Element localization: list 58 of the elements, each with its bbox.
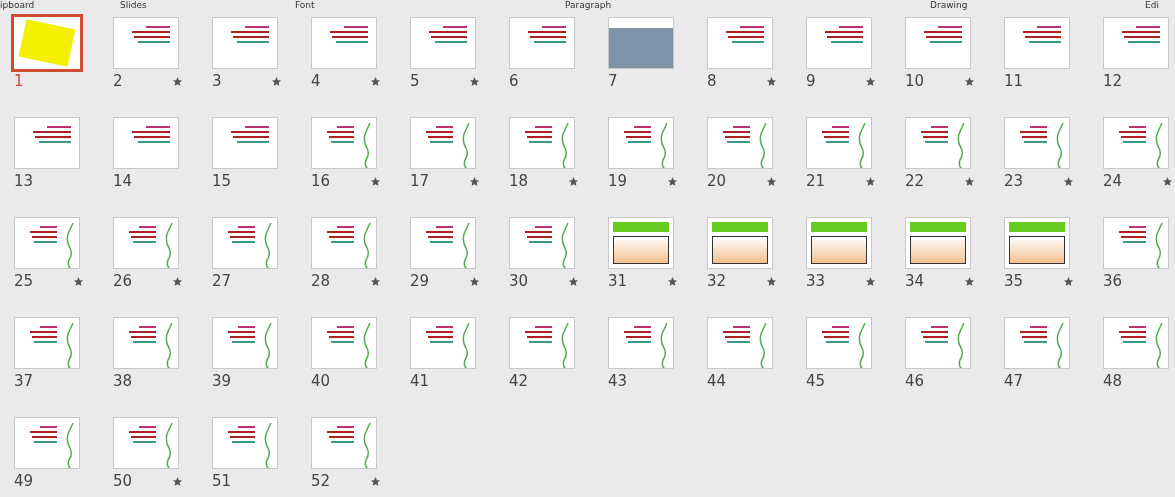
slide-number: 50 (113, 473, 133, 489)
slide-number: 40 (311, 373, 331, 389)
slide-number: 22 (905, 173, 925, 189)
slide-number: 41 (410, 373, 430, 389)
slide-number: 37 (14, 373, 34, 389)
slide-number: 10 (905, 73, 925, 89)
ribbon-group-label: Slides (120, 1, 148, 10)
slide-number: 21 (806, 173, 826, 189)
slide-number: 11 (1004, 73, 1024, 89)
slide-number: 8 (707, 73, 717, 89)
slide-number: 6 (509, 73, 519, 89)
slide-number: 7 (608, 73, 618, 89)
slide-number: 46 (905, 373, 925, 389)
slide-number: 20 (707, 173, 727, 189)
slide-number: 34 (905, 273, 925, 289)
slide-number: 52 (311, 473, 331, 489)
slide-number: 23 (1004, 173, 1024, 189)
slide-number: 39 (212, 373, 232, 389)
slide-number: 30 (509, 273, 529, 289)
slide-number: 27 (212, 273, 232, 289)
slide-number: 29 (410, 273, 430, 289)
slide-number: 48 (1103, 373, 1123, 389)
slide-number: 4 (311, 73, 321, 89)
slide-number: 9 (806, 73, 816, 89)
ribbon-group-label: Paragraph (565, 1, 613, 10)
slide-number: 14 (113, 173, 133, 189)
slide-number: 35 (1004, 273, 1024, 289)
slide-number: 38 (113, 373, 133, 389)
slide-number: 36 (1103, 273, 1123, 289)
ribbon-group-label: Drawing (930, 1, 969, 10)
slide-number: 15 (212, 173, 232, 189)
slide-number: 31 (608, 273, 628, 289)
slide-number: 24 (1103, 173, 1123, 189)
ribbon-group-label: Font (295, 1, 316, 10)
slide-number: 25 (14, 273, 34, 289)
slide-number: 32 (707, 273, 727, 289)
slide-number: 28 (311, 273, 331, 289)
slide-number: 51 (212, 473, 232, 489)
slide-number: 49 (14, 473, 34, 489)
slide-number: 44 (707, 373, 727, 389)
ribbon-group-label: ipboard (0, 1, 36, 10)
slide-number: 2 (113, 73, 123, 89)
ribbon-group-label: Edi (1145, 1, 1159, 10)
slide-number: 5 (410, 73, 420, 89)
slide-number: 13 (14, 173, 34, 189)
slide-number: 1 (14, 73, 24, 89)
slide-number: 26 (113, 273, 133, 289)
slide-number: 18 (509, 173, 529, 189)
slide-number: 17 (410, 173, 430, 189)
slide-number: 42 (509, 373, 529, 389)
slide-number: 3 (212, 73, 222, 89)
slide-number: 16 (311, 173, 331, 189)
slide-number: 43 (608, 373, 628, 389)
slide-number: 19 (608, 173, 628, 189)
slide-number: 12 (1103, 73, 1123, 89)
slide-number: 33 (806, 273, 826, 289)
slide-number: 45 (806, 373, 826, 389)
slide-number: 47 (1004, 373, 1024, 389)
